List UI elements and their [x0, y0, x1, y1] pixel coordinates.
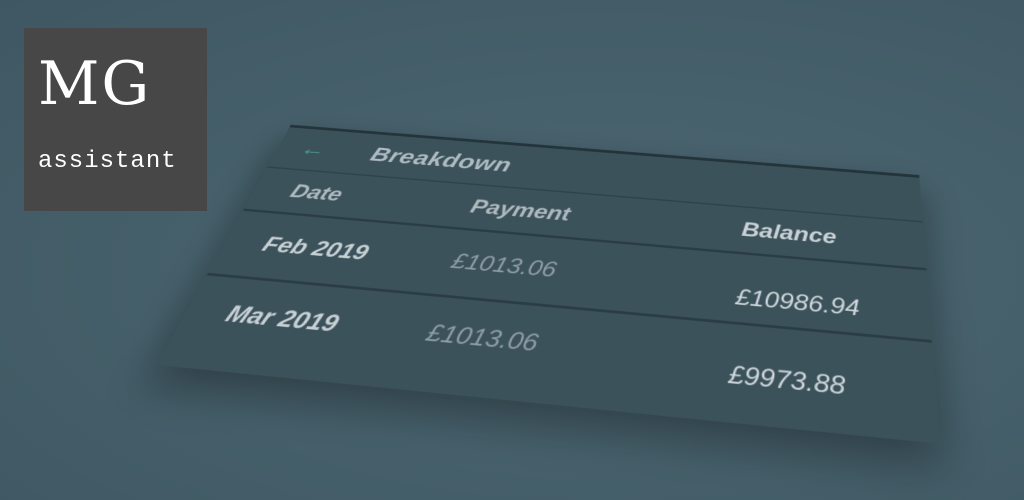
perspective-container: ← Breakdown Date Payment Balance Feb 201…	[0, 0, 1024, 500]
breakdown-screen: ← Breakdown Date Payment Balance Feb 201…	[156, 124, 940, 444]
screen-title: Breakdown	[367, 143, 515, 177]
row-date: Feb 2019	[258, 232, 373, 265]
stage: MG assistant ← Breakdown Date Payment Ba…	[0, 0, 1024, 500]
row-balance: £9973.88	[727, 360, 846, 401]
column-header-date: Date	[286, 180, 347, 206]
column-header-payment: Payment	[467, 195, 573, 226]
arrow-left-icon[interactable]: ←	[296, 138, 341, 161]
row-payment: £1013.06	[423, 319, 542, 357]
row-balance: £10986.94	[734, 284, 860, 321]
row-date: Mar 2019	[221, 300, 343, 337]
row-payment: £1013.06	[448, 248, 560, 282]
